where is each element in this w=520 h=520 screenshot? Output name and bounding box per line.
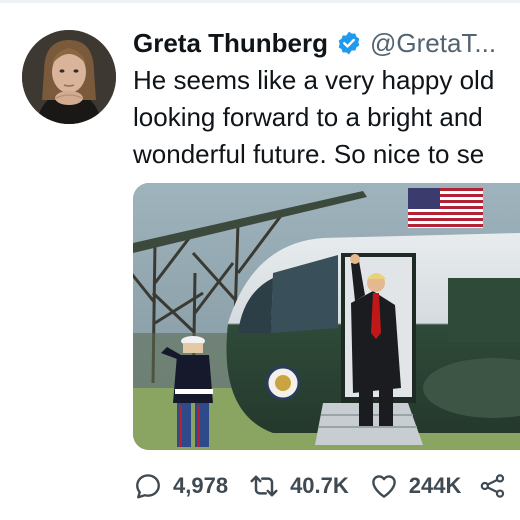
helicopter-photo xyxy=(133,183,520,450)
tweet-text: He seems like a very happy old looking f… xyxy=(133,62,520,173)
verified-check-icon xyxy=(336,30,362,56)
display-name[interactable]: Greta Thunberg xyxy=(133,28,328,59)
reply-icon xyxy=(136,474,160,499)
tweet-text-line: He seems like a very happy old xyxy=(133,65,495,95)
share-icon xyxy=(481,474,505,498)
retweet-icon xyxy=(250,475,278,497)
like-button[interactable]: 244K xyxy=(369,471,462,501)
avatar-image xyxy=(22,30,116,124)
profile-avatar[interactable] xyxy=(22,30,116,124)
heart-icon xyxy=(371,475,396,498)
top-divider xyxy=(0,0,520,3)
retweet-count: 40.7K xyxy=(290,473,349,498)
reply-count: 4,978 xyxy=(173,473,229,498)
tweet-action-bar: 4,978 40.7K 244K xyxy=(133,466,520,506)
like-count: 244K xyxy=(408,473,462,498)
tweet-media-photo[interactable] xyxy=(133,183,520,450)
tweet-text-line: looking forward to a bright and xyxy=(133,102,483,132)
reply-button[interactable]: 4,978 xyxy=(133,471,228,501)
user-handle[interactable]: @GretaT... xyxy=(370,28,496,59)
share-button[interactable] xyxy=(479,472,507,500)
tweet-text-line: wonderful future. So nice to se xyxy=(133,139,485,169)
retweet-button[interactable]: 40.7K xyxy=(248,471,349,501)
tweet-header: Greta Thunberg @GretaT... xyxy=(133,26,496,60)
